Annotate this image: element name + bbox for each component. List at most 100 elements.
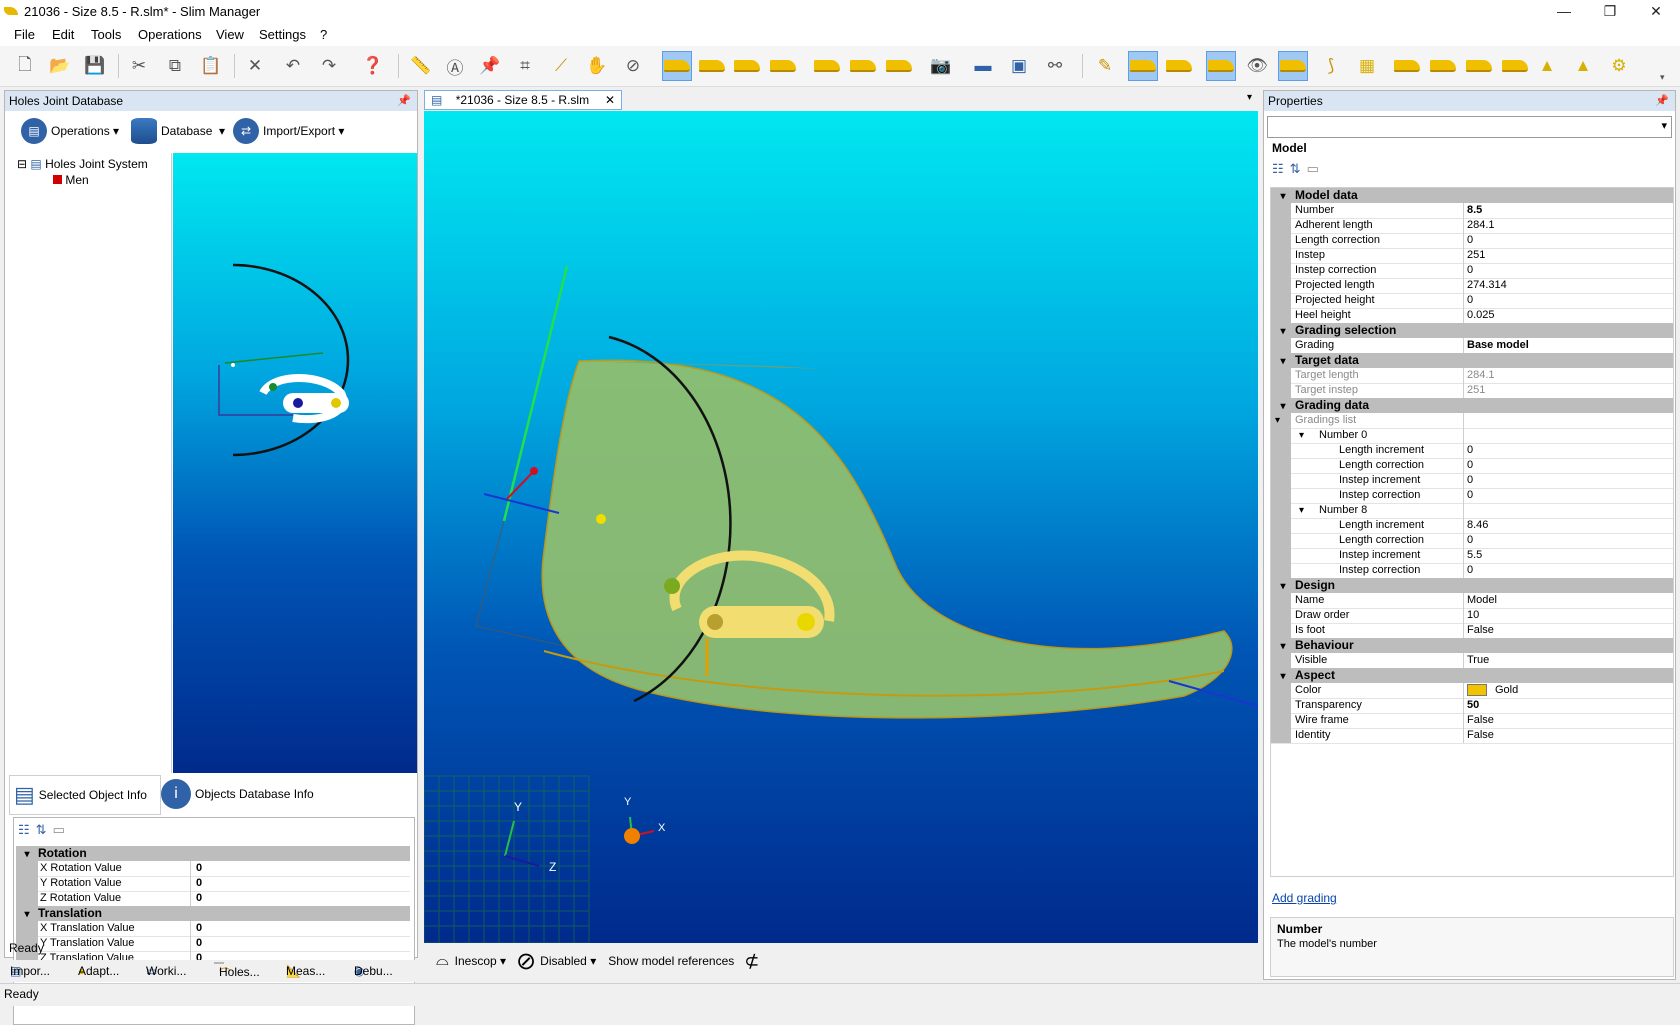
property-row[interactable]: Length correction 0 [1271,458,1673,474]
property-row[interactable]: ▾ Number 0 [1271,428,1673,444]
new-file-icon[interactable]: 🗋 [10,51,40,81]
joint-preview-viewport[interactable] [173,153,417,773]
tab-objects-database-info[interactable]: i Objects Database Info [161,775,317,813]
menu-view[interactable]: View [216,27,244,42]
ruler-icon[interactable]: 📏 [406,51,436,81]
hand-icon[interactable]: ✋ [582,51,612,81]
shoe-cam-3-icon[interactable] [1464,51,1494,81]
categorized-icon[interactable]: ☷ [1272,161,1284,177]
property-row[interactable]: ▾ Number 8 [1271,503,1673,519]
camera-icon[interactable]: 📷 [926,51,956,81]
dock-tab-holes[interactable]: ⌒ Holes... [214,962,260,981]
help-icon[interactable]: ❓ [358,51,388,81]
cut-icon[interactable]: ✂ [124,51,154,81]
pin-icon[interactable]: 📌 [475,51,505,81]
operations-dropdown[interactable]: ▤ Operations ▾ [21,113,119,149]
property-value[interactable]: True [1467,653,1489,668]
maximize-button[interactable]: ❐ [1587,0,1633,24]
database-dropdown[interactable]: Database ▾ [131,113,225,149]
chevron-down-icon[interactable]: ▾ [16,907,38,921]
menu-file[interactable]: File [14,27,35,42]
chevron-down-icon[interactable]: ▾ [1271,639,1295,653]
model-references-icon[interactable]: ⊄ [744,951,759,972]
property-row[interactable]: Transparency 50 [1271,698,1673,714]
close-button[interactable]: ✕ [1633,0,1679,24]
heel-icon[interactable]: ▲ [1532,51,1562,81]
category-row[interactable]: ▾ Aspect [1271,668,1673,683]
property-row[interactable]: Y Rotation Value 0 [16,876,410,892]
property-row[interactable]: X Rotation Value 0 [16,861,410,877]
undo-icon[interactable]: ↶ [278,51,308,81]
shoe-cam-4-icon[interactable] [1500,51,1530,81]
property-row[interactable]: Target length 284.1 [1271,368,1673,384]
property-row[interactable]: Grading Base model [1271,338,1673,354]
shoe-cut-icon[interactable] [1164,51,1194,81]
grid-points-icon[interactable]: ▣ [1004,51,1034,81]
shoe-view-3-icon[interactable] [732,51,762,81]
menu-tools[interactable]: Tools [91,27,121,42]
save-icon[interactable]: 💾 [80,51,110,81]
property-value[interactable]: 251 [1467,248,1485,263]
tab-list-icon[interactable]: ▾ [1247,92,1252,103]
property-row[interactable]: Instep correction 0 [1271,563,1673,579]
toolbar-overflow-icon[interactable]: ▾ [1660,72,1665,83]
shoe-cam-2-icon[interactable] [1428,51,1458,81]
property-row[interactable]: Adherent length 284.1 [1271,218,1673,234]
slash-icon[interactable]: ⊘ [618,51,648,81]
pin-icon[interactable]: 📌 [1655,91,1669,111]
property-row[interactable]: X Translation Value 0 [16,921,410,937]
menu-edit[interactable]: Edit [52,27,74,42]
property-row[interactable]: Instep 251 [1271,248,1673,264]
property-value[interactable]: Gold [1467,683,1518,698]
shoe-eye-icon[interactable] [1206,51,1236,81]
property-value[interactable]: 50 [1467,698,1479,713]
category-row[interactable]: ▾ Translation [16,906,410,921]
categorized-icon[interactable]: ☷ [18,822,30,838]
shoe-view-2-icon[interactable] [697,51,727,81]
chevron-down-icon[interactable]: ▾ [1299,503,1304,518]
property-value[interactable]: 0 [1467,458,1473,473]
dimension-icon[interactable]: ⌗ [510,51,540,81]
property-row[interactable]: Number 8.5 [1271,203,1673,219]
link-icon[interactable]: ⚯ [1040,51,1070,81]
chevron-down-icon[interactable]: ▾ [1299,428,1304,443]
chevron-down-icon[interactable]: ▾ [1271,579,1295,593]
property-row[interactable]: Identity False [1271,728,1673,744]
sort-alpha-icon[interactable]: ⇅ [1290,161,1301,177]
category-row[interactable]: ▾ Grading selection [1271,323,1673,338]
chevron-down-icon[interactable]: ▾ [1271,189,1295,203]
property-row[interactable]: Z Rotation Value 0 [16,891,410,907]
paste-icon[interactable]: 📋 [196,51,226,81]
property-value[interactable]: Base model [1467,338,1529,353]
shoe-view-4-icon[interactable] [768,51,798,81]
property-row[interactable]: Projected length 274.314 [1271,278,1673,294]
category-row[interactable]: ▾ Model data [1271,188,1673,203]
property-value[interactable]: 0 [196,891,202,906]
property-row[interactable]: Name Model [1271,593,1673,609]
shoe-view-1-icon[interactable] [662,51,692,81]
chevron-down-icon[interactable]: ▾ [1661,119,1667,132]
tab-selected-object-info[interactable]: ▤ Selected Object Info [9,775,161,815]
category-row[interactable]: ▾ Grading data [1271,398,1673,413]
tree-item-men[interactable]: Men [53,173,89,187]
property-pages-icon[interactable]: ▭ [1307,161,1319,177]
shoe-color-icon[interactable] [884,51,914,81]
property-value[interactable]: False [1467,623,1494,638]
chevron-down-icon[interactable]: ▾ [1271,354,1295,368]
shoe-eye-grey-icon[interactable]: 👁 [1242,51,1272,81]
property-row[interactable]: ▾ Gradings list [1271,413,1673,429]
property-value[interactable]: 5.5 [1467,548,1482,563]
property-pages-icon[interactable]: ▭ [53,822,65,838]
tree-root[interactable]: ⊟ ▤ Holes Joint System [17,157,148,171]
property-value[interactable]: False [1467,713,1494,728]
property-row[interactable]: Draw order 10 [1271,608,1673,624]
disabled-dropdown[interactable]: Disabled ▾ [540,954,596,968]
property-row[interactable]: Projected height 0 [1271,293,1673,309]
property-value[interactable]: 8.46 [1467,518,1488,533]
property-value[interactable]: 0 [1467,473,1473,488]
chevron-down-icon[interactable]: ▾ [1271,399,1295,413]
show-model-references[interactable]: Show model references [608,954,734,968]
menu-help[interactable]: ? [320,27,327,42]
text-icon[interactable]: Ⓐ [440,51,470,81]
property-row[interactable]: Length increment 8.46 [1271,518,1673,534]
